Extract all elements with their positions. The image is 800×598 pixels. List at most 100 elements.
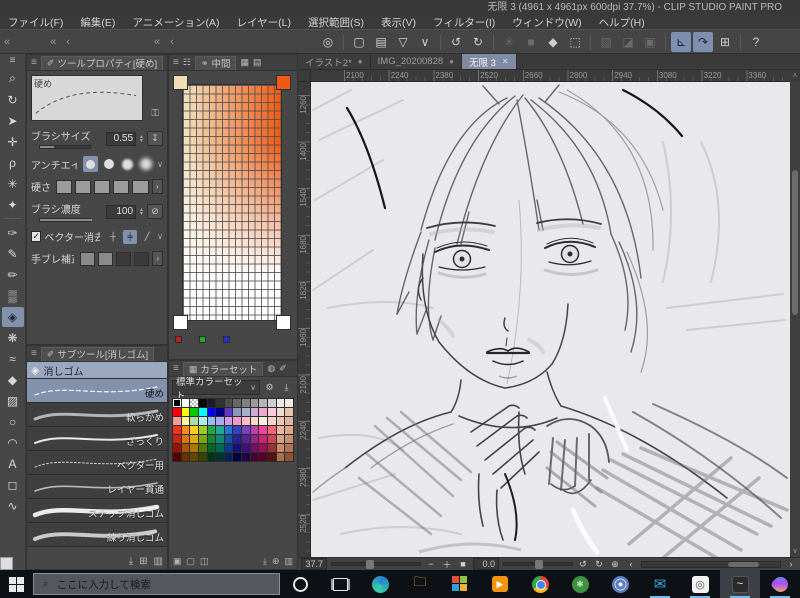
blend-tool[interactable]: ≈ [2,349,24,369]
delete-outside-icon[interactable]: ■ [521,32,541,52]
palette-swatch[interactable] [216,417,224,425]
sub-tool-item-4[interactable]: ベクター用 [27,451,167,475]
palette-swatch[interactable] [207,417,216,425]
pen-pressure-button[interactable]: ↧ [147,131,163,146]
chevron-down-icon[interactable]: ∨ [157,160,163,169]
palette-swatch[interactable] [268,399,276,407]
delete-selection-icon[interactable]: ✳ [499,32,519,52]
document-tab-1[interactable]: イラスト2* ● [298,54,371,69]
palette-swatch[interactable] [181,435,190,443]
eraser-group-header[interactable]: ◈ 消しゴム [27,362,167,379]
corner-color-top-left[interactable] [173,75,188,90]
stabilization-level-2[interactable] [98,251,114,266]
palette-swatch[interactable] [198,417,207,425]
palette-swatch[interactable] [259,408,268,416]
taskbar-app-potplayer[interactable]: ▶ [480,570,520,598]
palette-swatch[interactable] [285,417,293,425]
palette-swatch[interactable] [242,453,250,461]
palette-swatch[interactable] [268,408,276,416]
palette-swatch[interactable] [173,435,181,443]
zoom-out-button[interactable]: − [425,559,437,569]
taskbar-app-file-explorer[interactable]: 🗀 [400,570,440,598]
rotate-value[interactable]: 0.0 [473,558,499,570]
menu-item-8[interactable]: ヘルプ(H) [599,15,645,30]
palette-swatch[interactable] [190,408,198,416]
frame-border-tool[interactable]: ◠ [2,433,24,453]
import-icon[interactable]: ⤓ [129,556,133,567]
menu-item-0[interactable]: ファイル(F) [8,15,63,30]
import-icon[interactable]: ⤓ [263,556,267,567]
select-invert-icon[interactable]: ◪ [618,32,638,52]
menu-item-6[interactable]: フィルター(I) [433,15,495,30]
rotate-ccw-button[interactable]: ↺ [577,559,589,570]
approx-color-tab-icon[interactable]: ▦ [240,57,249,68]
palette-swatch[interactable] [216,399,224,407]
palette-swatch[interactable] [181,444,190,452]
help-icon[interactable]: ? [746,32,766,52]
save-dropdown-icon[interactable]: ∨ [415,32,435,52]
panel-menu-icon[interactable]: ≡ [173,363,179,374]
auto-select-tool[interactable]: ✳ [2,174,24,194]
tool-property-tab[interactable]: ✐ ツールプロパティ[硬め] [40,55,163,70]
swap-color-icon[interactable]: ▢ [187,556,196,567]
palette-swatch[interactable] [242,444,250,452]
intermediate-color-grid[interactable] [182,84,282,321]
taskbar-app-clip-studio[interactable]: ◎ [680,570,720,598]
horizontal-scrollbar-thumb[interactable] [727,561,760,567]
rotate-view-tool[interactable]: ↻ [2,90,24,110]
palette-swatch[interactable] [242,399,250,407]
palette-swatch[interactable] [250,408,259,416]
horizontal-scrollbar[interactable] [641,560,781,568]
stabilization-level-3[interactable] [116,251,132,266]
palette-swatch[interactable] [233,399,242,407]
palette-swatch[interactable] [198,444,207,452]
decoration-tool[interactable]: ❋ [2,328,24,348]
vertical-scrollbar[interactable]: ∨ [790,82,800,557]
palette-swatch[interactable] [224,426,233,434]
hardness-level-3[interactable] [94,179,111,194]
menu-item-3[interactable]: レイヤー(L) [237,15,292,30]
document-tab-2[interactable]: IMG_20200828 ● [370,54,462,69]
palette-swatch[interactable] [268,453,276,461]
panel-menu-icon[interactable]: ≡ [173,57,179,68]
reset-view-button[interactable]: ⊕ [609,559,621,570]
select-none-icon[interactable]: ▧ [596,32,616,52]
corner-color-bottom-left[interactable] [173,315,188,330]
brush-size-stepper[interactable]: ▲ ▼ [139,134,144,143]
color-history-tab-icon[interactable]: ▤ [253,57,262,68]
palette-swatch[interactable] [233,408,242,416]
panel-menu-icon[interactable]: ≡ [31,348,37,359]
pen-tool[interactable]: ✑ [2,223,24,243]
chevron-down-icon[interactable]: ∨ [157,232,163,241]
palette-swatch[interactable] [173,399,181,407]
stabilization-level-4[interactable] [134,251,150,266]
figure-tool[interactable]: ○ [2,412,24,432]
palette-swatch[interactable] [224,408,233,416]
palette-swatch[interactable] [233,435,242,443]
panel-collapse-mid[interactable]: «‹ [154,36,314,48]
stabilization-expand-button[interactable]: › [152,251,163,266]
palette-swatch[interactable] [190,453,198,461]
palette-swatch[interactable] [250,435,259,443]
taskbar-app-utility-app[interactable]: ✱ [560,570,600,598]
airbrush-tool[interactable]: ▒ [2,286,24,306]
taskbar-app-cortana[interactable] [280,570,320,598]
trash-icon[interactable]: ▥ [284,556,293,567]
palette-swatch[interactable] [268,444,276,452]
palette-swatch[interactable] [233,453,242,461]
palette-swatch[interactable] [259,444,268,452]
palette-swatch[interactable] [198,408,207,416]
palette-swatch[interactable] [259,453,268,461]
palette-swatch[interactable] [181,453,190,461]
hardness-level-5[interactable] [132,179,149,194]
palette-swatch[interactable] [250,444,259,452]
palette-swatch[interactable] [285,408,293,416]
palette-swatch[interactable] [285,444,293,452]
lock-icon[interactable]: ⚿ [151,108,159,119]
add-color-icon[interactable]: ⊕ [272,556,280,567]
taskbar-app-paint-drop-app[interactable] [760,570,800,598]
text-tool[interactable]: A [2,454,24,474]
operation-tool[interactable]: ➤ [2,111,24,131]
taskbar-app-clip-studio-paint[interactable]: ~ [720,570,760,598]
snap-special-ruler-icon[interactable]: ↷ [693,31,713,52]
